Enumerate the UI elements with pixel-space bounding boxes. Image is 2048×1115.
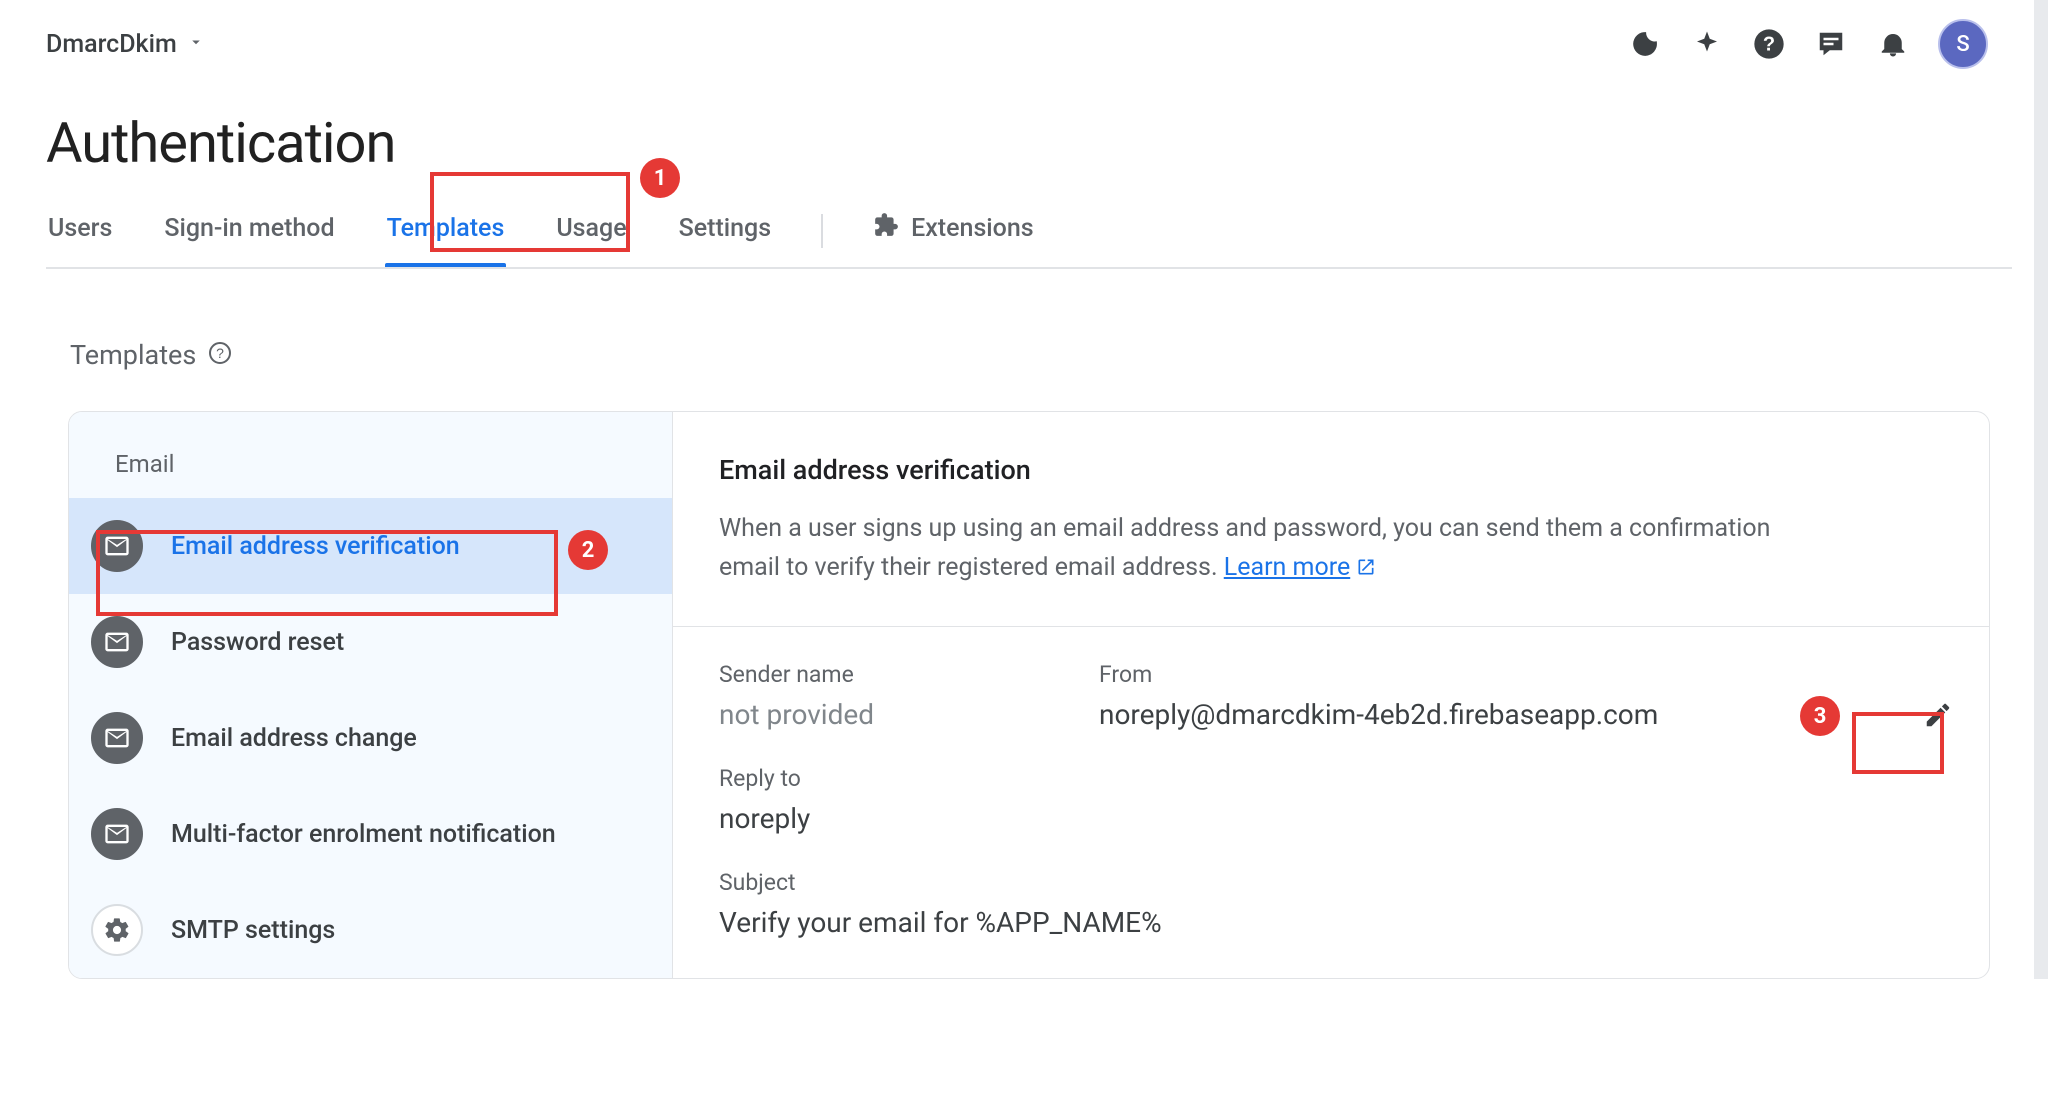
tab-extensions[interactable]: Extensions: [871, 212, 1036, 267]
sidebar-item-label: SMTP settings: [171, 916, 335, 945]
help-icon[interactable]: ?: [1752, 27, 1786, 61]
tabs-divider: [821, 214, 823, 248]
section-heading: Templates ?: [70, 339, 2012, 371]
learn-more-text: Learn more: [1224, 553, 1350, 582]
tab-extensions-label: Extensions: [911, 214, 1034, 243]
from-label: From: [1099, 661, 1658, 688]
avatar[interactable]: S: [1938, 19, 1988, 69]
mail-icon: [91, 520, 143, 572]
sidebar-item-label: Email address verification: [171, 532, 460, 561]
detail-fields: Sender name not provided From noreply@dm…: [719, 661, 1943, 939]
project-switcher[interactable]: DmarcDkim: [46, 30, 205, 59]
mail-icon: [91, 808, 143, 860]
extensions-icon: [873, 212, 899, 245]
detail-title: Email address verification: [719, 454, 1943, 486]
learn-more-link[interactable]: Learn more: [1224, 553, 1376, 582]
mail-icon: [91, 616, 143, 668]
sidebar-item-smtp[interactable]: SMTP settings: [69, 882, 672, 978]
tab-signin[interactable]: Sign-in method: [162, 214, 336, 265]
sidebar-item-label: Email address change: [171, 724, 417, 753]
sender-name-label: Sender name: [719, 661, 1019, 688]
tab-users[interactable]: Users: [46, 214, 114, 265]
avatar-letter: S: [1956, 32, 1969, 57]
subject-value: Verify your email for %APP_NAME%: [719, 906, 1943, 939]
from-value: noreply@dmarcdkim-4eb2d.firebaseapp.com: [1099, 698, 1658, 731]
sidebar-category: Email: [69, 412, 672, 498]
tabs: Users Sign-in method Templates Usage Set…: [46, 212, 2012, 269]
project-name: DmarcDkim: [46, 30, 177, 59]
notes-icon[interactable]: [1814, 27, 1848, 61]
mail-icon: [91, 712, 143, 764]
svg-text:?: ?: [1763, 34, 1775, 56]
templates-panel: Email Email address verification Passwor…: [68, 411, 1990, 979]
scrollbar[interactable]: [2034, 0, 2048, 979]
section-heading-text: Templates: [70, 339, 196, 371]
topbar: DmarcDkim ? S: [46, 12, 2012, 76]
sidebar-item-label: Multi-factor enrolment notification: [171, 820, 556, 849]
templates-sidebar: Email Email address verification Passwor…: [69, 412, 673, 978]
sidebar-item-verify[interactable]: Email address verification: [69, 498, 672, 594]
tab-usage[interactable]: Usage: [554, 214, 628, 265]
reply-to-label: Reply to: [719, 765, 1943, 792]
help-outline-icon[interactable]: ?: [208, 341, 232, 369]
pencil-icon: [1923, 700, 1953, 730]
chevron-down-icon: [187, 33, 205, 55]
external-link-icon: [1356, 551, 1376, 590]
page-title: Authentication: [46, 110, 2012, 176]
subject-label: Subject: [719, 869, 1943, 896]
template-detail: Email address verification When a user s…: [673, 412, 1989, 978]
tab-settings[interactable]: Settings: [677, 214, 774, 265]
moon-icon[interactable]: [1628, 27, 1662, 61]
bell-icon[interactable]: [1876, 27, 1910, 61]
sparkle-icon[interactable]: [1690, 27, 1724, 61]
sidebar-item-emailchange[interactable]: Email address change: [69, 690, 672, 786]
gear-icon: [91, 904, 143, 956]
svg-text:?: ?: [216, 345, 224, 361]
reply-to-value: noreply: [719, 802, 1943, 835]
sidebar-item-label: Password reset: [171, 628, 344, 657]
sidebar-item-pwreset[interactable]: Password reset: [69, 594, 672, 690]
sender-name-value: not provided: [719, 698, 1019, 731]
topbar-actions: ? S: [1628, 19, 2012, 69]
tab-templates[interactable]: Templates: [385, 214, 507, 265]
edit-button[interactable]: [1915, 692, 1961, 738]
detail-description: When a user signs up using an email addr…: [719, 510, 1819, 590]
sidebar-item-mfa[interactable]: Multi-factor enrolment notification: [69, 786, 672, 882]
divider: [673, 626, 1989, 627]
